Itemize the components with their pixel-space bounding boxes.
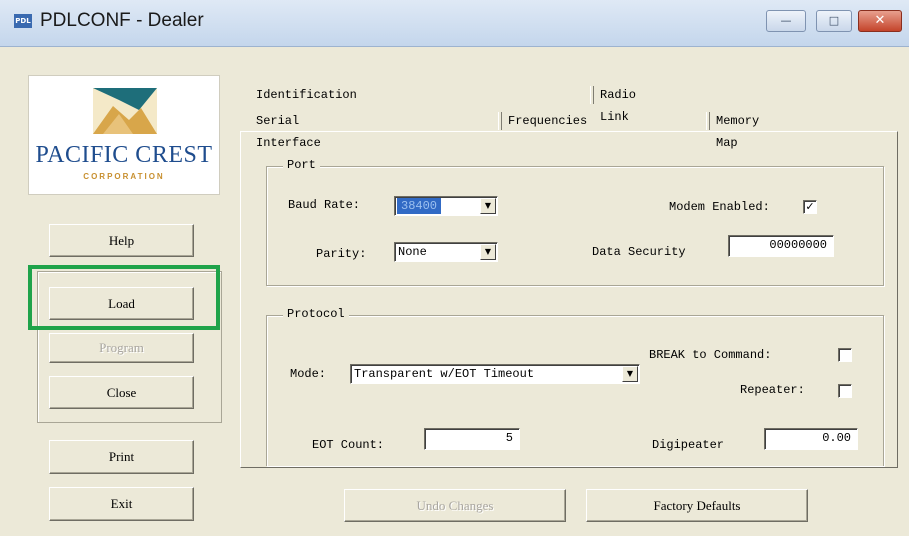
parity-label: Parity: <box>316 247 367 261</box>
exit-label: Exit <box>110 496 133 511</box>
factory-defaults-label: Factory Defaults <box>653 498 741 513</box>
window-title: PDLCONF - Dealer <box>40 10 204 31</box>
program-label: Program <box>99 340 144 355</box>
logo-subtitle: CORPORATION <box>83 172 165 181</box>
port-legend: Port <box>283 158 320 172</box>
logo-name: PACIFIC CREST <box>35 142 213 168</box>
baud-rate-value: 38400 <box>397 198 442 214</box>
mode-label: Mode: <box>290 367 327 381</box>
parity-value: None <box>398 245 427 259</box>
port-group: Port <box>266 158 884 286</box>
minimize-button[interactable]: — <box>766 10 806 32</box>
minimize-icon: — <box>780 14 792 27</box>
tab-serial-interface[interactable]: Serial Interface <box>256 110 321 150</box>
maximize-button[interactable]: □ <box>816 10 852 32</box>
factory-defaults-button[interactable]: Factory Defaults <box>586 489 808 522</box>
protocol-legend: Protocol <box>283 307 349 321</box>
chevron-down-icon[interactable]: ▼ <box>622 366 638 382</box>
close-button[interactable]: Close <box>49 376 194 409</box>
app-window: PDL PDLCONF - Dealer — □ ✕ PACIFIC CREST… <box>0 0 909 536</box>
eot-count-label: EOT Count: <box>312 438 385 452</box>
exit-button[interactable]: Exit <box>49 487 194 521</box>
mountain-logo-icon <box>93 88 157 134</box>
chevron-down-icon[interactable]: ▼ <box>480 198 496 214</box>
close-window-button[interactable]: ✕ <box>858 10 902 32</box>
break-to-command-checkbox[interactable] <box>838 348 852 362</box>
parity-select[interactable]: None ▼ <box>394 242 498 262</box>
load-highlight-box <box>28 265 220 330</box>
tab-identification[interactable]: Identification <box>256 84 357 106</box>
eot-count-field[interactable]: 5 <box>424 428 520 450</box>
close-icon: ✕ <box>874 13 886 28</box>
tab-label: Radio Link <box>600 88 637 124</box>
print-label: Print <box>108 449 135 464</box>
chevron-down-icon[interactable]: ▼ <box>480 244 496 260</box>
tab-radio-link[interactable]: Radio Link <box>590 84 636 124</box>
repeater-checkbox[interactable] <box>838 384 852 398</box>
maximize-icon: □ <box>828 14 840 27</box>
close-label: Close <box>106 385 137 400</box>
check-icon: ✓ <box>805 200 815 213</box>
break-to-command-label: BREAK to Command: <box>649 348 772 362</box>
modem-enabled-checkbox[interactable]: ✓ <box>803 200 817 214</box>
help-label: Help <box>108 233 135 248</box>
tab-label: Frequencies <box>508 114 588 128</box>
mode-value: Transparent w/EOT Timeout <box>354 367 535 381</box>
company-logo: PACIFIC CREST CORPORATION <box>28 75 220 195</box>
tab-frequencies[interactable]: Frequencies <box>498 110 587 132</box>
title-bar[interactable]: PDL PDLCONF - Dealer — □ ✕ <box>0 0 909 47</box>
digipeater-label: Digipeater <box>652 438 725 452</box>
baud-rate-label: Baud Rate: <box>288 198 361 212</box>
print-button[interactable]: Print <box>49 440 194 474</box>
baud-rate-select[interactable]: 38400 ▼ <box>394 196 498 216</box>
mode-select[interactable]: Transparent w/EOT Timeout ▼ <box>350 364 640 384</box>
undo-changes-button: Undo Changes <box>344 489 566 522</box>
tab-memory-map[interactable]: Memory Map <box>706 110 759 150</box>
undo-changes-label: Undo Changes <box>416 498 494 513</box>
digipeater-field[interactable]: 0.00 <box>764 428 858 450</box>
app-icon: PDL <box>14 14 32 28</box>
repeater-label: Repeater: <box>740 383 805 397</box>
modem-enabled-label: Modem Enabled: <box>669 200 770 214</box>
program-button: Program <box>49 333 194 363</box>
tab-label: Identification <box>256 88 357 102</box>
data-security-label: Data Security <box>592 245 686 259</box>
data-security-field[interactable]: 00000000 <box>728 235 834 257</box>
help-button[interactable]: Help <box>49 224 194 257</box>
